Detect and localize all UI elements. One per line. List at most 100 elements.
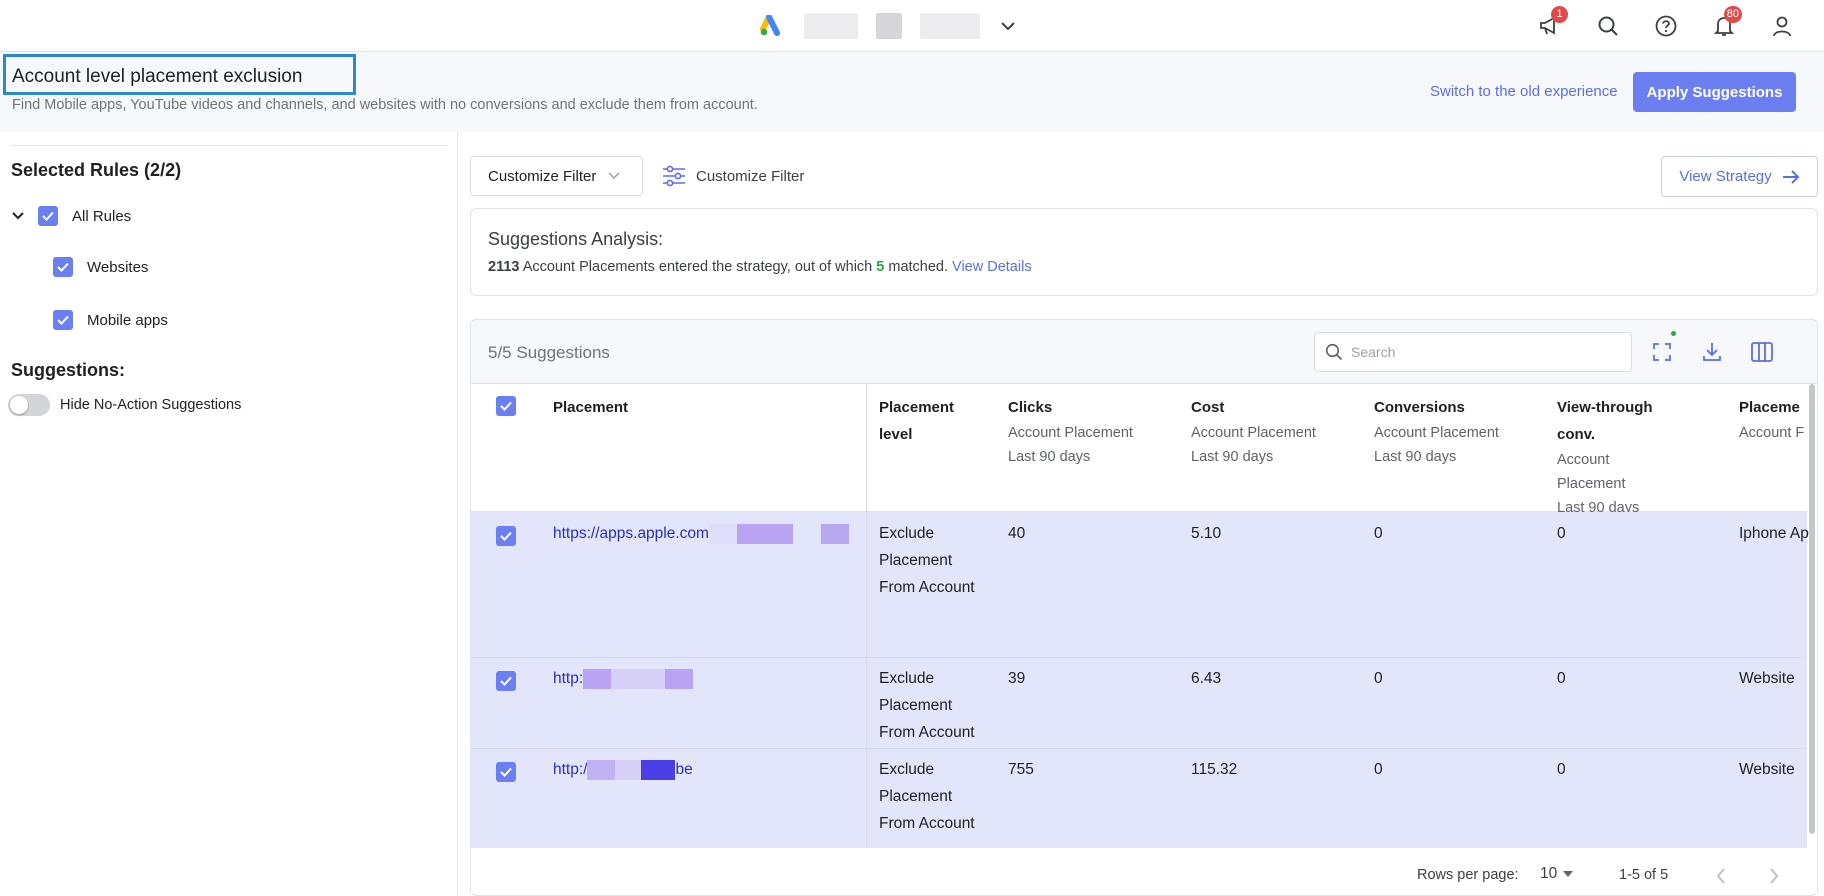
clicks-cell: 40 xyxy=(1008,525,1026,542)
profile-button[interactable] xyxy=(1764,8,1800,44)
google-ads-logo-icon xyxy=(760,14,786,37)
column-header-label: Placeme xyxy=(1739,399,1800,416)
redacted-url-part xyxy=(583,668,612,689)
conversions-cell: 0 xyxy=(1374,525,1383,542)
redacted-url-part xyxy=(736,523,793,544)
redacted-url-part xyxy=(665,668,694,689)
chevron-down-icon[interactable] xyxy=(12,212,28,220)
vertical-scrollbar[interactable] xyxy=(1809,384,1815,834)
redacted-url-part xyxy=(708,523,737,544)
column-subheader: Account Placement xyxy=(1557,452,1626,492)
hide-no-action-toggle[interactable] xyxy=(8,394,50,416)
next-page-button[interactable] xyxy=(1762,864,1786,888)
placement-link[interactable]: http: xyxy=(553,665,694,692)
prev-page-button[interactable] xyxy=(1709,864,1733,888)
search-button[interactable] xyxy=(1590,8,1626,44)
suggestions-title: Suggestions: xyxy=(11,360,126,380)
column-conversions[interactable]: Conversions Account Placement Last 90 da… xyxy=(1374,394,1499,469)
apply-suggestions-button[interactable]: Apply Suggestions xyxy=(1633,72,1796,112)
rows-per-page-label: Rows per page: xyxy=(1417,867,1519,883)
mobile-apps-checkbox[interactable] xyxy=(53,310,73,330)
column-subheader: Account Placement xyxy=(1191,425,1316,441)
status-dot xyxy=(1671,331,1676,336)
redacted-account-name xyxy=(804,13,858,39)
rows-per-page-select[interactable]: 10 xyxy=(1540,865,1574,883)
column-subheader: Last 90 days xyxy=(1008,449,1091,465)
rule-label: Mobile apps xyxy=(87,311,168,329)
cost-cell: 6.43 xyxy=(1191,670,1222,687)
columns-button[interactable] xyxy=(1748,338,1776,366)
analysis-text-b: matched. xyxy=(884,259,953,275)
search-box[interactable] xyxy=(1314,332,1632,372)
placement-link[interactable]: http:/ be xyxy=(553,756,693,783)
top-bar: 1 80 xyxy=(0,0,1824,52)
rule-all-rules[interactable]: All Rules xyxy=(12,206,131,226)
column-header-label: Conversions xyxy=(1374,399,1465,416)
page-subtitle: Find Mobile apps, YouTube videos and cha… xyxy=(12,97,758,113)
switch-old-experience-link[interactable]: Switch to the old experience xyxy=(1430,83,1618,100)
hide-no-action-row[interactable]: Hide No-Action Suggestions xyxy=(8,394,241,416)
customize-filter-button[interactable]: Customize Filter xyxy=(662,156,804,196)
search-icon xyxy=(1325,343,1343,361)
row-checkbox[interactable] xyxy=(496,526,516,546)
redacted-url-part xyxy=(611,668,666,689)
page-title: Account level placement exclusion xyxy=(12,66,303,87)
column-header-label: Placement level xyxy=(879,399,955,443)
column-subheader: Last 90 days xyxy=(1191,449,1274,465)
select-all-checkbox-cell[interactable] xyxy=(496,396,516,416)
placement-url: http: xyxy=(553,670,584,687)
view-strategy-button[interactable]: View Strategy xyxy=(1661,156,1818,197)
filter-button-label: Customize Filter xyxy=(696,167,805,185)
view-details-link[interactable]: View Details xyxy=(952,259,1032,275)
column-view-through[interactable]: View-through conv. Account Placement Las… xyxy=(1557,394,1677,520)
sliders-icon xyxy=(663,165,685,187)
caret-down-icon xyxy=(1563,871,1574,877)
placement-level-cell: Exclude Placement From Account xyxy=(879,670,975,741)
redacted-url-part xyxy=(587,759,616,780)
select-all-checkbox[interactable] xyxy=(496,396,516,416)
placement-url-suffix: be xyxy=(675,761,693,778)
rule-websites[interactable]: Websites xyxy=(53,257,148,277)
arrow-right-icon xyxy=(1782,169,1800,184)
column-placement[interactable]: Placement xyxy=(553,394,628,421)
rows-per-page-value: 10 xyxy=(1540,865,1558,882)
customize-filter-dropdown[interactable]: Customize Filter xyxy=(470,156,643,196)
fullscreen-icon xyxy=(1653,343,1671,361)
help-button[interactable] xyxy=(1648,8,1684,44)
account-switcher[interactable] xyxy=(760,10,1018,42)
alerts-button[interactable]: 80 xyxy=(1706,6,1742,44)
chevron-down-icon xyxy=(608,172,620,180)
table-header-row: Placement Placement level Clicks Account… xyxy=(471,384,1807,516)
view-strategy-label: View Strategy xyxy=(1679,168,1772,185)
table-row[interactable]: http: Exclude Placement From Account 39 … xyxy=(471,658,1807,749)
row-checkbox[interactable] xyxy=(496,762,516,782)
table-row[interactable]: http:/ be Exclude Placement From Account… xyxy=(471,749,1807,849)
columns-icon xyxy=(1751,342,1773,362)
chevron-right-icon xyxy=(1770,868,1779,884)
suggestions-count: 5/5 Suggestions xyxy=(488,343,610,362)
chevron-down-icon[interactable] xyxy=(998,16,1018,36)
column-header-label: Placement xyxy=(553,399,629,416)
download-button[interactable] xyxy=(1698,338,1726,366)
fullscreen-button[interactable] xyxy=(1648,338,1676,366)
column-clicks[interactable]: Clicks Account Placement Last 90 days xyxy=(1008,394,1133,469)
all-rules-checkbox[interactable] xyxy=(38,206,58,226)
table-row[interactable]: https://apps.apple.com Exclude Placement… xyxy=(471,512,1809,658)
announcements-button[interactable]: 1 xyxy=(1532,6,1568,44)
table-toolbar: 5/5 Suggestions xyxy=(471,320,1817,384)
column-cost[interactable]: Cost Account Placement Last 90 days xyxy=(1191,394,1316,469)
suggestions-table-card: 5/5 Suggestions Placement Placement leve… xyxy=(470,319,1818,896)
column-placement-type[interactable]: Placeme Account F xyxy=(1739,394,1804,445)
search-input[interactable] xyxy=(1351,344,1621,360)
placement-url: http:/ xyxy=(553,761,588,778)
conversions-cell: 0 xyxy=(1374,670,1383,687)
websites-checkbox[interactable] xyxy=(53,257,73,277)
entered-count: 2113 xyxy=(488,259,520,275)
rule-mobile-apps[interactable]: Mobile apps xyxy=(53,310,168,330)
row-checkbox[interactable] xyxy=(496,671,516,691)
placement-level-cell: Exclude Placement From Account xyxy=(879,761,975,832)
column-divider xyxy=(866,384,867,849)
column-header-label: Cost xyxy=(1191,399,1225,416)
column-placement-level[interactable]: Placement level xyxy=(879,394,989,448)
placement-link[interactable]: https://apps.apple.com xyxy=(553,520,849,547)
